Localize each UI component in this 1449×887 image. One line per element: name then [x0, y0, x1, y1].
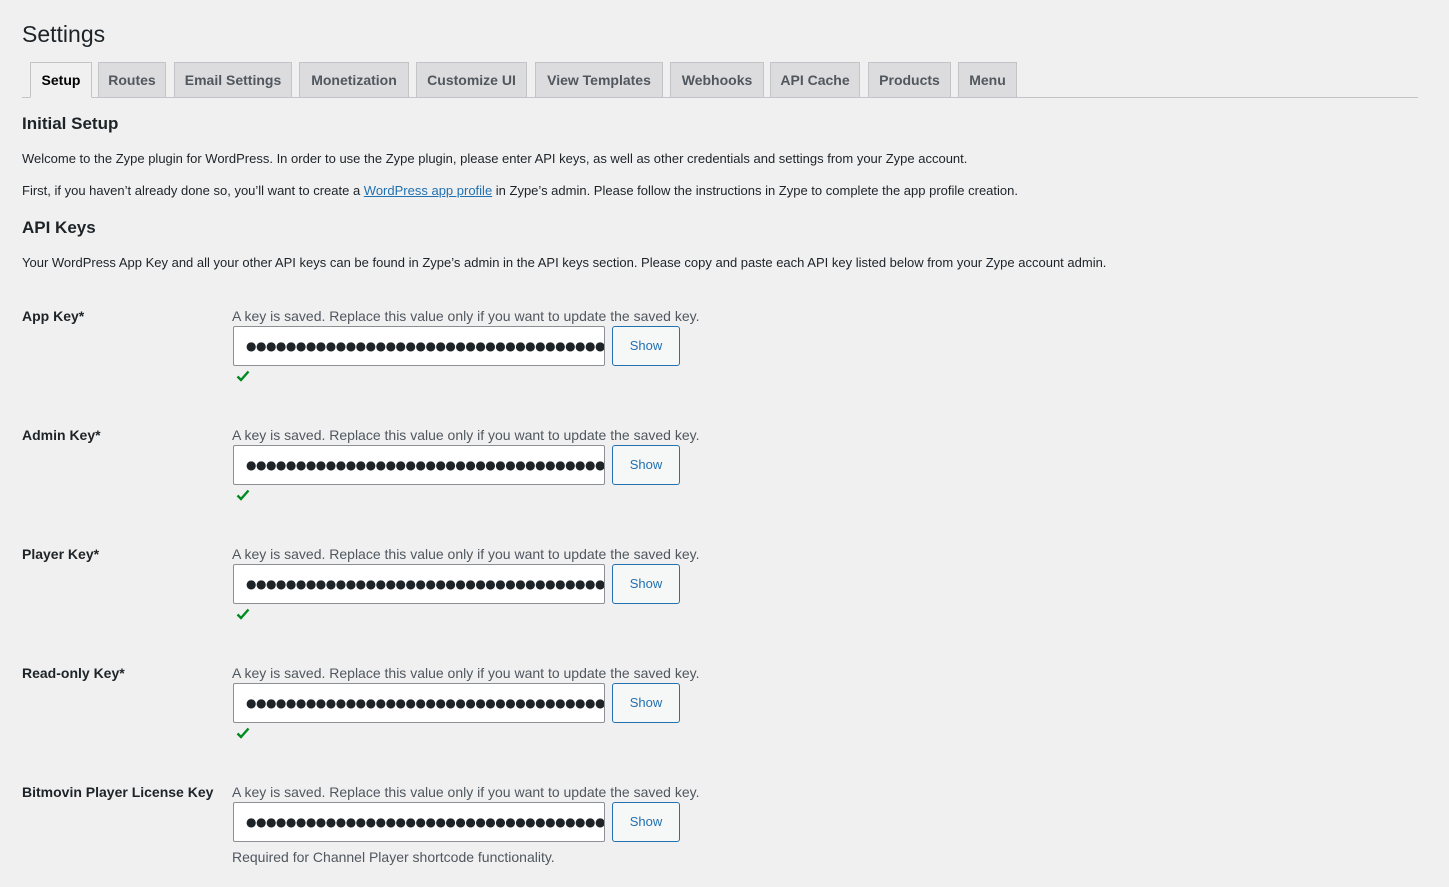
checkmark-icon [236, 727, 250, 739]
admin-key-label: Admin Key* [22, 427, 101, 443]
checkmark-icon [236, 489, 250, 501]
initial-setup-instructions: First, if you haven’t already done so, y… [22, 182, 1018, 200]
page-title: Settings [22, 21, 106, 47]
read-only-key-saved-hint: A key is saved. Replace this value only … [232, 665, 700, 681]
admin-key-saved-hint: A key is saved. Replace this value only … [232, 427, 700, 443]
api-keys-intro: Your WordPress App Key and all your othe… [22, 255, 1107, 270]
settings-tabs: Setup Routes Email Settings Monetization… [22, 62, 1418, 98]
bitmovin-license-key-show-button[interactable]: Show [612, 802, 680, 842]
admin-key-input[interactable]: ●●●●●●●●●●●●●●●●●●●●●●●●●●●●●●●●●●●●●●●●… [233, 445, 605, 485]
read-only-key-show-button[interactable]: Show [612, 683, 680, 723]
bitmovin-license-key-input[interactable]: ●●●●●●●●●●●●●●●●●●●●●●●●●●●●●●●●●●●● [233, 802, 605, 842]
tab-email-settings[interactable]: Email Settings [174, 62, 292, 97]
bitmovin-license-key-description: Required for Channel Player shortcode fu… [232, 849, 555, 865]
initial-setup-intro: Welcome to the Zype plugin for WordPress… [22, 151, 968, 166]
settings-page: Settings Setup Routes Email Settings Mon… [0, 0, 1449, 887]
app-key-label: App Key* [22, 308, 85, 324]
tab-setup[interactable]: Setup [30, 62, 92, 98]
app-key-show-button[interactable]: Show [612, 326, 680, 366]
instructions-text-before: First, if you haven’t already done so, y… [22, 183, 364, 198]
tab-products[interactable]: Products [868, 62, 951, 97]
wordpress-app-profile-link[interactable]: WordPress app profile [364, 183, 492, 198]
checkmark-icon [236, 608, 250, 620]
checkmark-icon [236, 370, 250, 382]
instructions-text-after: in Zype’s admin. Please follow the instr… [492, 183, 1018, 198]
player-key-show-button[interactable]: Show [612, 564, 680, 604]
tab-api-cache[interactable]: API Cache [770, 62, 860, 97]
admin-key-show-button[interactable]: Show [612, 445, 680, 485]
tab-view-templates[interactable]: View Templates [535, 62, 663, 97]
tab-customize-ui[interactable]: Customize UI [416, 62, 527, 97]
tab-monetization[interactable]: Monetization [299, 62, 409, 97]
player-key-saved-hint: A key is saved. Replace this value only … [232, 546, 700, 562]
read-only-key-label: Read-only Key* [22, 665, 125, 681]
player-key-input[interactable]: ●●●●●●●●●●●●●●●●●●●●●●●●●●●●●●●●●●●●●●●●… [233, 564, 605, 604]
initial-setup-heading: Initial Setup [22, 114, 119, 133]
tab-webhooks[interactable]: Webhooks [670, 62, 764, 97]
tab-routes[interactable]: Routes [98, 62, 166, 97]
read-only-key-input[interactable]: ●●●●●●●●●●●●●●●●●●●●●●●●●●●●●●●●●●●●●●●●… [233, 683, 605, 723]
tab-menu[interactable]: Menu [958, 62, 1017, 97]
api-keys-heading: API Keys [22, 218, 96, 237]
player-key-label: Player Key* [22, 546, 100, 562]
bitmovin-license-key-label: Bitmovin Player License Key [22, 784, 214, 800]
app-key-input[interactable]: ●●●●●●●●●●●●●●●●●●●●●●●●●●●●●●●●●●●●●●●●… [233, 326, 605, 366]
app-key-saved-hint: A key is saved. Replace this value only … [232, 308, 700, 324]
bitmovin-license-key-saved-hint: A key is saved. Replace this value only … [232, 784, 700, 800]
